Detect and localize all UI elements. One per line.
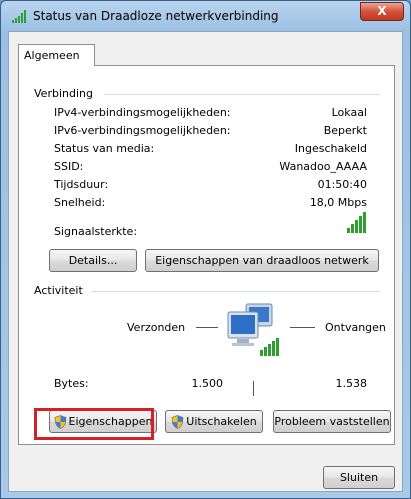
diagnose-button[interactable]: Probleem vaststellen	[273, 410, 391, 433]
signal-bars-icon	[347, 212, 366, 233]
close-window-button[interactable]: X	[360, 2, 404, 21]
received-label: Ontvangen	[325, 321, 386, 334]
ipv4-label: IPv4-verbindingsmogelijkheden:	[54, 106, 231, 119]
duration-value: 01:50:40	[317, 178, 367, 191]
bytes-label: Bytes:	[54, 377, 89, 390]
shield-icon	[171, 415, 184, 429]
wireless-properties-button[interactable]: Eigenschappen van draadloos netwerk	[145, 249, 379, 272]
tab-panel-general: Verbinding IPv4-verbindingsmogelijkheden…	[18, 65, 395, 445]
signal-strength-label: Signaalsterkte:	[54, 225, 138, 238]
sent-connector-line	[196, 327, 218, 328]
network-computers-icon	[227, 303, 279, 356]
close-button[interactable]: Sluiten	[323, 466, 395, 489]
received-connector-line	[290, 327, 315, 328]
ipv4-value: Lokaal	[331, 106, 367, 119]
ipv6-value: Beperkt	[323, 124, 367, 137]
properties-highlight-box	[34, 408, 154, 440]
tab-general[interactable]: Algemeen	[18, 44, 95, 66]
ssid-label: SSID:	[54, 160, 84, 173]
disable-button[interactable]: Uitschakelen	[165, 410, 263, 433]
bytes-received-value: 1.538	[335, 377, 368, 390]
window-title: Status van Draadloze netwerkverbinding	[33, 9, 279, 23]
dialog-client-area: Algemeen Verbinding IPv4-verbindingsmoge…	[8, 31, 403, 492]
bytes-sent-value: 1.500	[191, 377, 224, 390]
media-status-value: Ingeschakeld	[294, 142, 367, 155]
details-button[interactable]: Details...	[49, 249, 137, 272]
speed-value: 18,0 Mbps	[309, 196, 367, 209]
activity-group-title: Activiteit	[34, 284, 83, 297]
speed-label: Snelheid:	[54, 196, 106, 209]
title-bar[interactable]: Status van Draadloze netwerkverbinding X	[1, 1, 410, 31]
activity-group-divider	[91, 291, 380, 292]
sent-label: Verzonden	[127, 321, 186, 334]
duration-label: Tijdsduur:	[54, 178, 109, 191]
connection-group-divider	[104, 94, 380, 95]
signal-strength-icon	[12, 10, 26, 23]
media-status-label: Status van media:	[54, 142, 155, 155]
disable-button-label: Uitschakelen	[186, 415, 257, 428]
ipv6-label: IPv6-verbindingsmogelijkheden:	[54, 124, 231, 137]
connection-group-title: Verbinding	[34, 87, 93, 100]
activity-divider	[253, 381, 254, 396]
status-dialog: Status van Draadloze netwerkverbinding X…	[0, 0, 411, 499]
ssid-value: Wanadoo_AAAA	[279, 160, 367, 173]
